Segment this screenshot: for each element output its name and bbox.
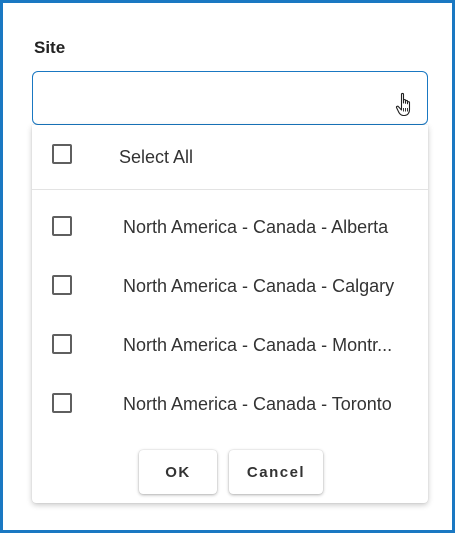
site-option-montreal[interactable]: North America - Canada - Montr... [32,325,428,365]
dropdown-divider [32,189,428,190]
site-option-toronto[interactable]: North America - Canada - Toronto [32,384,428,424]
site-select-input[interactable] [32,71,428,125]
option-label: North America - Canada - Montr... [123,335,393,355]
select-all-label: Select All [119,147,194,167]
option-checkbox[interactable] [52,275,72,295]
site-option-alberta[interactable]: North America - Canada - Alberta [32,207,428,247]
ok-button[interactable]: OK [139,450,217,494]
hand-pointer-icon [395,92,411,117]
option-label: North America - Canada - Alberta [123,217,389,237]
cancel-button[interactable]: Cancel [229,450,323,494]
site-filter-panel: Site Select All North America - Canada -… [0,0,455,533]
option-checkbox[interactable] [52,216,72,236]
site-field-label: Site [34,38,66,57]
option-label: North America - Canada - Calgary [123,276,395,296]
site-dropdown-menu: Select All North America - Canada - Albe… [32,125,428,503]
option-checkbox[interactable] [52,334,72,354]
option-label: North America - Canada - Toronto [123,394,392,414]
select-all-option[interactable]: Select All [32,135,428,175]
select-all-checkbox[interactable] [52,144,72,164]
site-option-calgary[interactable]: North America - Canada - Calgary [32,266,428,306]
option-checkbox[interactable] [52,393,72,413]
